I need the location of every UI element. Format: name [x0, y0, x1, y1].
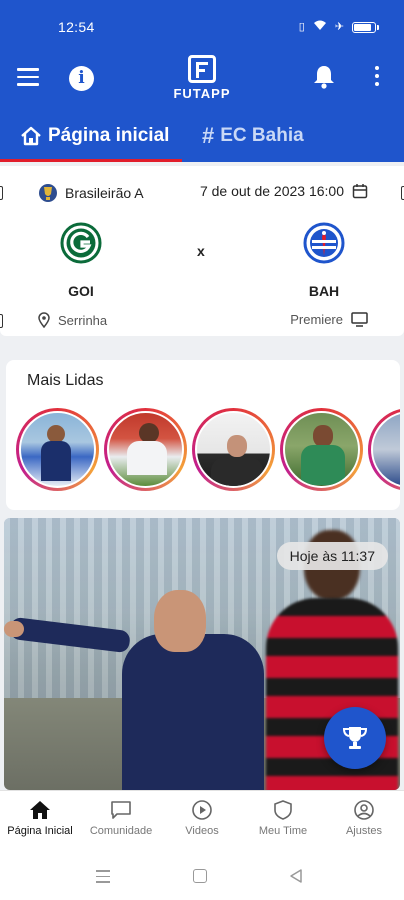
- home-icon: [30, 801, 50, 819]
- tv-icon: [351, 312, 368, 327]
- info-icon[interactable]: i: [69, 66, 94, 91]
- story-thumbnail: [371, 411, 400, 488]
- nav-label: Videos: [185, 825, 219, 837]
- calendar-icon: [352, 184, 368, 199]
- play-icon: [192, 800, 212, 820]
- competition-name: Brasileirão A: [65, 185, 144, 201]
- recent-apps-icon[interactable]: [96, 870, 110, 887]
- trophy-icon: [342, 727, 368, 749]
- menu-icon[interactable]: [17, 68, 39, 86]
- wifi-icon: [313, 20, 327, 34]
- airplane-icon: ✈: [334, 21, 344, 33]
- tab-indicator: [0, 159, 182, 162]
- nav-meu-time[interactable]: Meu Time: [243, 800, 323, 837]
- news-image-coach-hand: [4, 621, 24, 637]
- nav-comunidade[interactable]: Comunidade: [81, 800, 161, 837]
- story-thumbnail: [283, 411, 360, 488]
- chat-icon: [111, 801, 131, 819]
- status-time: 12:54: [58, 19, 95, 35]
- story-thumbnail: [107, 411, 184, 488]
- away-team[interactable]: BAH: [294, 222, 354, 299]
- home-square-icon[interactable]: [193, 869, 207, 883]
- tab-label: Página inicial: [48, 125, 170, 146]
- tab-pagina-inicial[interactable]: Página inicial: [20, 110, 169, 162]
- prev-card-edge: [0, 314, 3, 328]
- story-item[interactable]: [192, 408, 275, 491]
- goias-crest-icon: [60, 222, 102, 264]
- hashtag-icon: #: [202, 123, 215, 148]
- story-thumbnail: [19, 411, 96, 488]
- futapp-logo-icon: [188, 55, 216, 83]
- more-options-icon[interactable]: [372, 66, 382, 90]
- prev-card-edge: [0, 186, 3, 200]
- competition: Brasileirão A: [38, 182, 144, 204]
- trophy-fab-button[interactable]: [324, 707, 386, 769]
- nav-label: Meu Time: [258, 825, 308, 837]
- story-item[interactable]: [16, 408, 99, 491]
- broadcast-name: Premiere: [290, 312, 343, 327]
- nav-pagina-inicial[interactable]: Página Inicial: [0, 800, 80, 837]
- stories-carousel[interactable]: [16, 408, 400, 491]
- bahia-crest-icon: [303, 222, 345, 264]
- news-image-player: [266, 598, 398, 790]
- status-icons: ▯ ✈: [298, 20, 379, 34]
- versus-label: x: [197, 243, 205, 259]
- vibrate-icon: ▯: [298, 21, 305, 33]
- news-image-coach-head: [154, 590, 206, 652]
- match-datetime: 7 de out de 2023 16:00: [200, 183, 368, 199]
- story-thumbnail: [195, 411, 272, 488]
- home-team[interactable]: GOI: [51, 222, 111, 299]
- venue-name: Serrinha: [58, 312, 108, 328]
- mais-lidas-title: Mais Lidas: [27, 372, 104, 389]
- match-venue: Serrinha: [38, 312, 107, 328]
- brasileirao-trophy-icon: [39, 184, 57, 202]
- match-card[interactable]: Brasileirão A 7 de out de 2023 16:00 GOI…: [0, 166, 404, 336]
- story-item[interactable]: [104, 408, 187, 491]
- match-broadcast: Premiere: [290, 312, 368, 327]
- battery-icon: [352, 21, 379, 33]
- tab-ec-bahia[interactable]: # EC Bahia: [202, 110, 304, 162]
- match-datetime-text: 7 de out de 2023 16:00: [199, 183, 344, 199]
- user-settings-icon: [354, 800, 374, 820]
- bottom-navigation: Página Inicial Comunidade Videos Meu Tim…: [0, 790, 404, 848]
- news-image-coach: [122, 634, 264, 790]
- nav-ajustes[interactable]: Ajustes: [324, 800, 404, 837]
- nav-label: Comunidade: [89, 825, 153, 837]
- nav-label: Página Inicial: [7, 825, 73, 837]
- news-timestamp: Hoje às 11:37: [276, 542, 388, 570]
- mais-lidas-section: Mais Lidas: [6, 360, 400, 510]
- back-triangle-icon[interactable]: [289, 868, 303, 884]
- system-navigation-bar: [0, 848, 404, 900]
- tab-label: EC Bahia: [220, 125, 304, 146]
- app-logo-text: FUTAPP: [173, 86, 231, 101]
- shield-icon: [274, 800, 292, 820]
- home-team-code: GOI: [68, 283, 94, 299]
- away-team-code: BAH: [308, 283, 340, 299]
- tab-bar: Página inicial # EC Bahia: [0, 110, 404, 162]
- notification-bell-icon[interactable]: [312, 64, 336, 90]
- app-bar: i FUTAPP: [0, 46, 404, 110]
- location-pin-icon: [38, 312, 50, 328]
- status-bar: 12:54 ▯ ✈: [0, 0, 404, 46]
- nav-videos[interactable]: Videos: [162, 800, 242, 837]
- home-outline-icon: [20, 126, 42, 146]
- nav-label: Ajustes: [345, 825, 383, 837]
- app-logo: FUTAPP: [168, 55, 236, 101]
- story-item[interactable]: [368, 408, 400, 491]
- story-item[interactable]: [280, 408, 363, 491]
